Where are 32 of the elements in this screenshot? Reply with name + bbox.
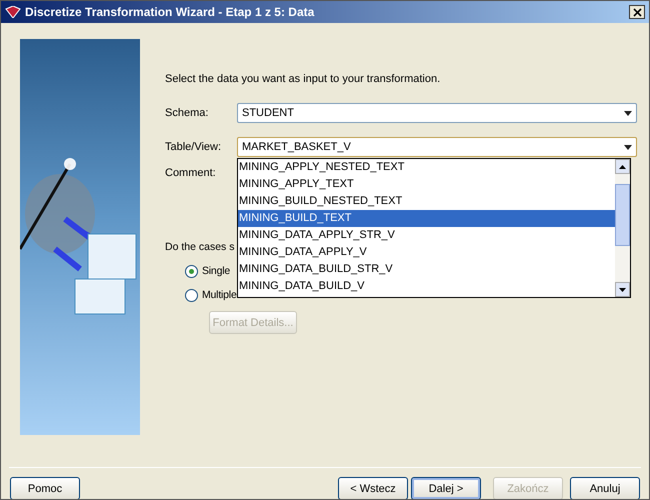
scrollbar[interactable] xyxy=(615,159,630,297)
app-logo-icon xyxy=(5,6,21,18)
field-label: Schema: xyxy=(165,107,210,119)
field-label: Comment: xyxy=(165,167,217,179)
dialog-button[interactable]: Pomoc xyxy=(10,477,80,499)
caret-icon[interactable] xyxy=(624,144,632,150)
scroll-up-icon[interactable] xyxy=(619,164,626,168)
instruction-text: Select the data you want as input to your transformation. xyxy=(165,73,442,87)
window-title: Discretize Transformation Wizard - Etap 1 z 5: Data xyxy=(25,5,316,19)
list-item[interactable]: MINING_DATA_BUILD_V xyxy=(238,278,615,295)
scroll-down-icon[interactable] xyxy=(619,288,626,292)
radio-button[interactable] xyxy=(185,264,198,278)
dialog-button[interactable]: < Wstecz xyxy=(338,477,408,499)
list-item[interactable]: MINING_BUILD_NESTED_TEXT xyxy=(238,193,615,210)
list-item[interactable]: MINING_DATA_BUILD_STR_V xyxy=(238,261,615,278)
dropdown-field[interactable]: STUDENT xyxy=(237,103,637,123)
radio-option[interactable]: Multiple xyxy=(185,287,237,303)
list-item[interactable]: MINING_DATA_APPLY_V xyxy=(238,244,615,261)
list-item[interactable]: MINING_BUILD_TEXT xyxy=(238,210,615,227)
dialog-button[interactable]: Anuluj xyxy=(570,477,640,499)
radio-button[interactable] xyxy=(185,288,198,302)
list-item[interactable]: MINING_APPLY_NESTED_TEXT xyxy=(238,159,615,176)
field-label: Table/View: xyxy=(165,141,222,153)
close-button[interactable] xyxy=(629,5,645,19)
radio-option[interactable]: Single xyxy=(185,263,230,279)
question-text: Do the cases s xyxy=(165,241,234,255)
dropdown-field[interactable]: MARKET_BASKET_V xyxy=(237,137,637,157)
list-item[interactable]: MINING_APPLY_TEXT xyxy=(238,176,615,193)
dialog-button[interactable]: Dalej > xyxy=(411,477,481,499)
caret-icon[interactable] xyxy=(624,110,632,116)
close-icon xyxy=(632,8,642,16)
list-item[interactable]: MINING_DATA_APPLY_STR_V xyxy=(238,227,615,244)
